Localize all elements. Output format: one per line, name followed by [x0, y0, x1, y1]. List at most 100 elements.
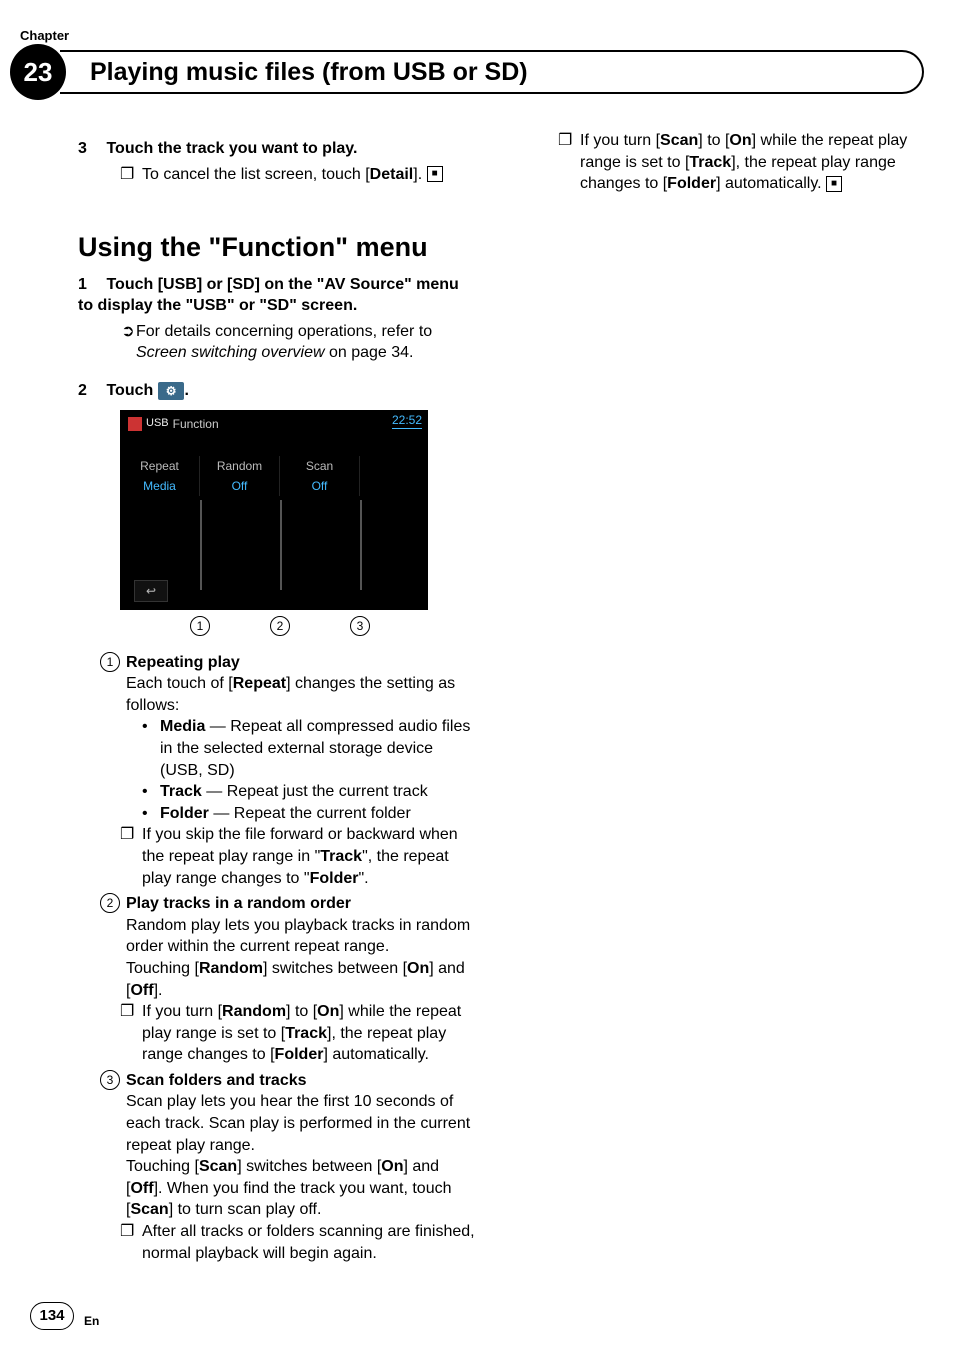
enum-heading: Scan folders and tracks — [126, 1070, 307, 1092]
enum-heading: Repeating play — [126, 652, 240, 674]
text: " menu — [335, 232, 427, 262]
track-bullet: •Track — Repeat just the current track — [142, 781, 476, 803]
text: ]. — [154, 982, 163, 999]
step-heading: Touch ⚙. — [106, 382, 188, 399]
text: — Repeat the current folder — [209, 805, 411, 822]
step-1: 1 Touch [USB] or [SD] on the "AV Source"… — [78, 274, 476, 317]
note-icon: ❐ — [120, 164, 142, 186]
function-label: Function — [173, 416, 219, 432]
enum-2-head: 2 Play tracks in a random order — [100, 893, 476, 915]
bold: Detail — [370, 166, 414, 183]
reference-icon: ➲ — [120, 321, 136, 364]
bold: Off — [130, 982, 153, 999]
note-text: If you skip the file forward or backward… — [142, 824, 476, 889]
text: Touch — [106, 382, 157, 399]
bullet-icon: • — [142, 781, 160, 803]
text: ] automatically. — [323, 1046, 429, 1063]
chapter-label: Chapter — [20, 28, 69, 43]
enum-number: 1 — [100, 652, 120, 672]
text: ] to [ — [698, 132, 729, 149]
end-icon: ■ — [427, 166, 443, 182]
text: Touching [ — [126, 1158, 199, 1175]
back-button[interactable]: ↩ — [134, 580, 168, 602]
bold: Track — [689, 154, 731, 171]
text: Function — [221, 232, 335, 262]
text: on page 34. — [325, 344, 414, 361]
text: Using the " — [78, 232, 221, 262]
step-2: 2 Touch ⚙. — [78, 380, 476, 402]
folder-bullet: •Folder — Repeat the current folder — [142, 803, 476, 825]
text: . — [184, 382, 188, 399]
enum-3-note2: ❐ If you turn [Scan] to [On] while the r… — [558, 130, 914, 195]
scan-value: Off — [280, 476, 360, 496]
page-title: Playing music files (from USB or SD) — [90, 58, 528, 87]
text: — Repeat all compressed audio files in t… — [160, 718, 470, 778]
bold: On — [317, 1003, 339, 1020]
note-text: After all tracks or folders scanning are… — [142, 1221, 476, 1264]
reference-text: For details concerning operations, refer… — [136, 321, 476, 364]
bold: Random — [199, 960, 263, 977]
page-number: 134 — [30, 1302, 74, 1330]
bold: Folder — [275, 1046, 324, 1063]
content-columns: 3 Touch the track you want to play. ❐ To… — [78, 130, 914, 1292]
text: For details concerning operations, refer… — [136, 323, 432, 340]
callout-3: 3 — [350, 616, 370, 636]
italic: Screen switching overview — [136, 344, 325, 361]
repeat-button[interactable]: Repeat — [120, 456, 200, 476]
step-heading: Touch [USB] or [SD] on the "AV Source" m… — [78, 276, 459, 315]
enum-number: 2 — [100, 893, 120, 913]
enum-1-body: Each touch of [Repeat] changes the setti… — [126, 673, 476, 716]
media-bullet: •Media — Repeat all compressed audio fil… — [142, 716, 476, 781]
enum-heading: Play tracks in a random order — [126, 893, 351, 915]
callout-2: 2 — [270, 616, 290, 636]
bold: Repeat — [233, 675, 286, 692]
bold: Random — [222, 1003, 286, 1020]
text: ] automatically. — [716, 175, 822, 192]
text: — Repeat just the current track — [202, 783, 428, 800]
clock: 22:52 — [392, 412, 422, 429]
bold: On — [729, 132, 751, 149]
bold: Folder — [310, 870, 359, 887]
function-menu-screenshot: USB Function 22:52 Repeat Random Scan Me… — [120, 410, 428, 610]
bold: Scan — [130, 1201, 168, 1218]
bold: Track — [160, 783, 202, 800]
text: If you turn [ — [142, 1003, 222, 1020]
note-text: To cancel the list screen, touch [Detail… — [142, 164, 476, 186]
title-bar: Playing music files (from USB or SD) — [60, 50, 924, 94]
bold: Scan — [199, 1158, 237, 1175]
text: ] to turn scan play off. — [169, 1201, 322, 1218]
chapter-number-badge: 23 — [10, 44, 66, 100]
text: Each touch of [ — [126, 675, 233, 692]
text: To cancel the list screen, touch [ — [142, 166, 370, 183]
usb-label: USB — [146, 416, 169, 431]
step-number: 1 — [78, 274, 102, 296]
step-3: 3 Touch the track you want to play. — [78, 138, 476, 160]
note-text: If you turn [Scan] to [On] while the rep… — [580, 130, 914, 195]
enum-2-body1: Random play lets you playback tracks in … — [126, 915, 476, 958]
text: Touching [ — [126, 960, 199, 977]
step-number: 3 — [78, 138, 102, 160]
bold: On — [407, 960, 429, 977]
bold: Folder — [667, 175, 716, 192]
gear-icon: ⚙ — [158, 382, 185, 400]
scan-button[interactable]: Scan — [280, 456, 360, 476]
enum-3-body1: Scan play lets you hear the first 10 sec… — [126, 1091, 476, 1156]
note-icon: ❐ — [120, 824, 142, 889]
enum-3-body2: Touching [Scan] switches between [On] an… — [126, 1156, 476, 1221]
text: If you turn [ — [580, 132, 660, 149]
bullet-icon: • — [142, 803, 160, 825]
enum-1-head: 1 Repeating play — [100, 652, 476, 674]
note-icon: ❐ — [558, 130, 580, 195]
step-1-ref: ➲ For details concerning operations, ref… — [120, 321, 476, 364]
repeat-value: Media — [120, 476, 200, 496]
random-button[interactable]: Random — [200, 456, 280, 476]
bold: Off — [130, 1180, 153, 1197]
note-text: If you turn [Random] to [On] while the r… — [142, 1001, 476, 1066]
step-number: 2 — [78, 380, 102, 402]
text: ". — [358, 870, 368, 887]
section-heading: Using the "Function" menu — [78, 229, 476, 265]
note-icon: ❐ — [120, 1001, 142, 1066]
enum-2-note: ❐ If you turn [Random] to [On] while the… — [120, 1001, 476, 1066]
bold: On — [381, 1158, 403, 1175]
text: ]. — [413, 166, 422, 183]
